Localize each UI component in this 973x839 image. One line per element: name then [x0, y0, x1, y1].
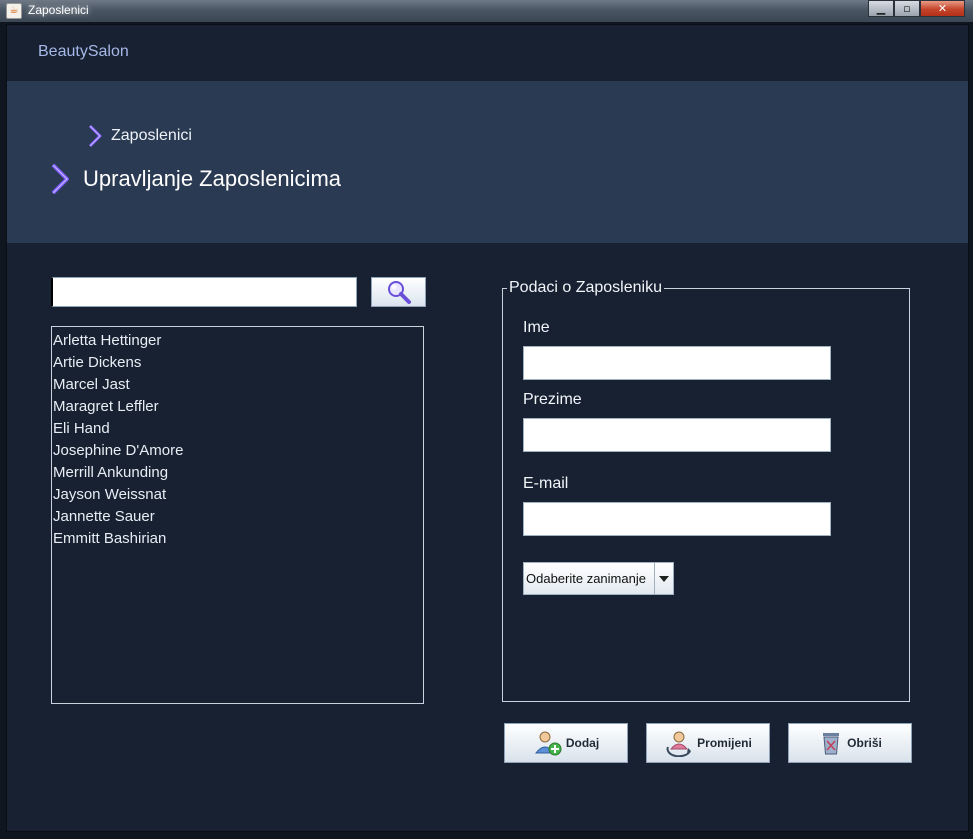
java-app-icon: ☕	[6, 3, 22, 19]
page-title: Upravljanje Zaposlenicima	[49, 162, 341, 196]
page-header: Zaposlenici Upravljanje Zaposlenicima	[7, 81, 968, 243]
breadcrumb-label: Zaposlenici	[111, 127, 192, 144]
email-label: E-mail	[523, 475, 569, 492]
page-title-text: Upravljanje Zaposlenicima	[83, 166, 342, 191]
add-button[interactable]: Dodaj	[504, 723, 628, 763]
list-item[interactable]: Marcel Jast	[52, 374, 423, 396]
occupation-select[interactable]: Odaberite zanimanje	[523, 562, 674, 595]
list-item[interactable]: Artie Dickens	[52, 352, 423, 374]
list-item[interactable]: Jayson Weissnat	[52, 484, 423, 506]
breadcrumb: Zaposlenici	[87, 124, 192, 148]
maximize-icon[interactable]: ▫	[894, 0, 920, 17]
edit-button-label: Promijeni	[697, 736, 752, 750]
first-name-field[interactable]	[523, 346, 831, 380]
chevron-down-icon[interactable]	[654, 563, 673, 594]
list-item[interactable]: Jannette Sauer	[52, 506, 423, 528]
app-frame: BeautySalon Zaposlenici Upravljanje Zapo…	[6, 24, 969, 832]
chevron-right-icon	[51, 163, 69, 195]
employee-list[interactable]: Arletta Hettinger Artie Dickens Marcel J…	[51, 326, 424, 704]
email-field[interactable]	[523, 502, 831, 536]
window-controls: ▁ ▫ ✕	[868, 0, 965, 18]
list-item[interactable]: Merrill Ankunding	[52, 462, 423, 484]
brand-label: BeautySalon	[38, 43, 129, 60]
window-title-bar: ☕ Zaposlenici ▁ ▫ ✕	[0, 0, 973, 22]
search-icon	[387, 281, 411, 304]
last-name-field[interactable]	[523, 418, 831, 452]
chevron-right-icon	[88, 124, 102, 148]
occupation-select-value: Odaberite zanimanje	[526, 571, 646, 586]
add-user-icon	[534, 731, 562, 756]
list-item[interactable]: Maragret Leffler	[52, 396, 423, 418]
edit-button[interactable]: Promijeni	[646, 723, 770, 763]
first-name-label: Ime	[523, 319, 550, 336]
last-name-label: Prezime	[523, 391, 582, 408]
delete-button[interactable]: Obriši	[788, 723, 912, 763]
trash-icon	[823, 733, 840, 755]
close-icon[interactable]: ✕	[920, 0, 965, 17]
list-item[interactable]: Josephine D'Amore	[52, 440, 423, 462]
search-button[interactable]	[371, 277, 426, 307]
list-item[interactable]: Emmitt Bashirian	[52, 528, 423, 550]
list-item[interactable]: Arletta Hettinger	[52, 330, 423, 352]
group-legend: Podaci o Zaposleniku	[507, 279, 664, 297]
list-item[interactable]: Eli Hand	[52, 418, 423, 440]
window-title: Zaposlenici	[28, 3, 89, 17]
minimize-icon[interactable]: ▁	[868, 0, 894, 17]
search-input[interactable]	[51, 277, 357, 307]
add-button-label: Dodaj	[565, 736, 600, 750]
delete-button-label: Obriši	[847, 736, 882, 750]
edit-user-icon	[666, 731, 692, 757]
